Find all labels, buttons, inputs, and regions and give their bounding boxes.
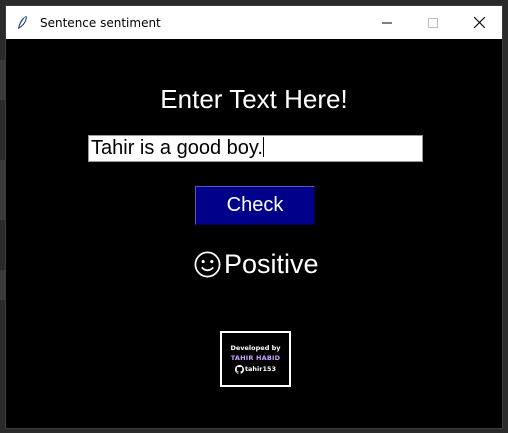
feather-icon: [14, 15, 30, 31]
close-button[interactable]: [456, 6, 502, 39]
badge-developer-name: TAHIR HABID: [230, 354, 281, 362]
main-content: Enter Text Here! Tahir is a good boy. Ch…: [6, 39, 502, 428]
page-heading: Enter Text Here!: [160, 84, 348, 114]
smiley-icon: [194, 251, 221, 277]
badge-github-handle: tahir153: [244, 365, 277, 373]
minimize-icon: [382, 22, 392, 23]
sentiment-result: Positive: [193, 247, 319, 281]
github-icon: [234, 365, 244, 374]
developer-badge: Developed by TAHIR HABID tahir153: [220, 331, 291, 387]
title-bar[interactable]: Sentence sentiment: [6, 6, 502, 39]
sentiment-label: Positive: [224, 248, 319, 279]
sentence-input[interactable]: Tahir is a good boy.: [88, 135, 423, 162]
sentence-input-value: Tahir is a good boy.: [91, 137, 263, 159]
window-controls: [364, 6, 502, 39]
badge-developed-by: Developed by: [230, 344, 281, 352]
check-button[interactable]: Check: [195, 186, 315, 225]
close-icon: [473, 17, 485, 28]
maximize-button[interactable]: [410, 6, 456, 39]
minimize-button[interactable]: [364, 6, 410, 39]
window-title: Sentence sentiment: [40, 15, 161, 30]
maximize-icon: [428, 17, 438, 28]
app-window: Sentence sentiment Enter Text Here! Tahi…: [5, 5, 503, 429]
badge-github: tahir153: [234, 364, 277, 375]
text-caret: [262, 137, 264, 157]
